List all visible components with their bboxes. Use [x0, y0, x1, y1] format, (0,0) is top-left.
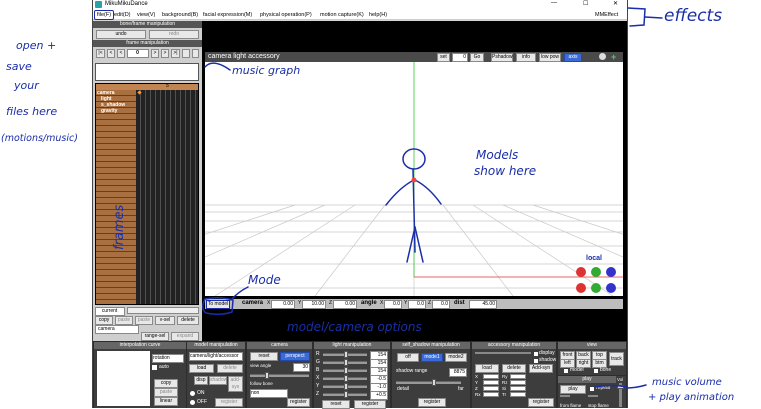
annotation-options: model/camera options	[287, 320, 422, 334]
annotation-effects: effects	[664, 6, 723, 26]
annotation-models-1: Models	[476, 148, 519, 162]
annotation-models-2: show here	[474, 164, 537, 178]
annotation-frames: frames	[112, 204, 127, 250]
annotation-music-1: music volume	[652, 377, 722, 388]
annotation-mode: Mode	[248, 273, 281, 287]
annotation-open-save-3: your	[14, 79, 39, 92]
annotation-open-save-4: files here	[6, 105, 58, 118]
annotation-open-save-2: save	[6, 60, 32, 73]
annotation-open-save-5: (motions/music)	[1, 133, 78, 144]
annotation-music-2: + play animation	[648, 392, 735, 403]
annotation-open-save-1: open +	[16, 39, 57, 52]
annotation-music-graph: music graph	[232, 64, 301, 77]
